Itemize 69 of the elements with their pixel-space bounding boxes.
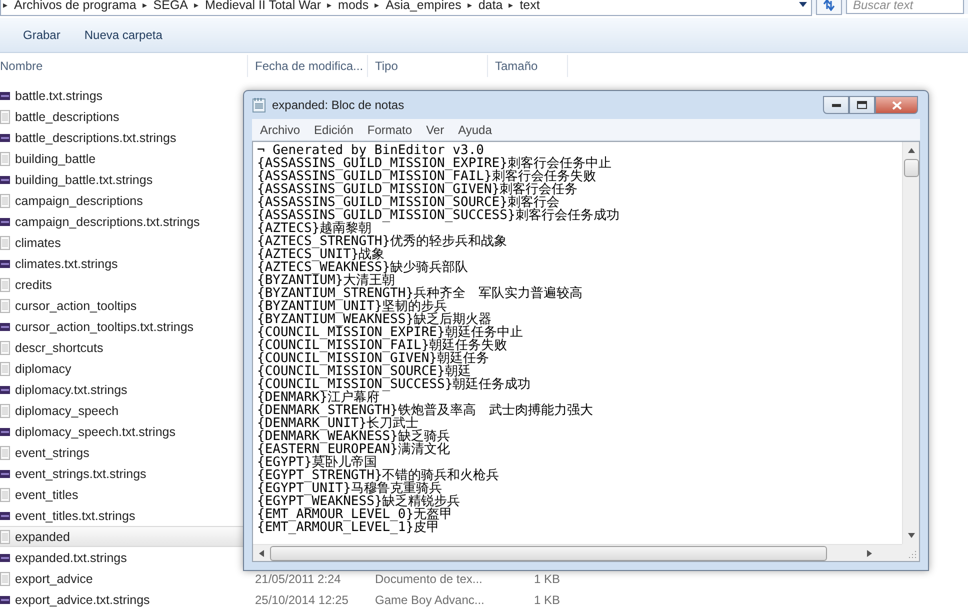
file-name: export_advice	[15, 572, 93, 586]
file-name: campaign_descriptions.txt.strings	[15, 214, 200, 228]
file-name: event_strings	[15, 446, 90, 460]
chevron-icon: ▸	[374, 0, 380, 10]
text-line: {BYZANTIUM_STRENGTH}兵种齐全 军队实力普遍较高	[257, 287, 584, 300]
file-name: export_advice.txt.strings	[15, 592, 150, 606]
file-name: cursor_action_tooltips	[15, 298, 137, 312]
text-line: {COUNCIL_MISSION_FAIL}朝廷任务失败	[257, 339, 508, 352]
file-name: event_titles.txt.strings	[15, 508, 136, 522]
text-line: {BYZANTIUM_WEAKNESS}缺乏后期火器	[257, 313, 492, 326]
file-name: climates	[15, 236, 61, 250]
text-line: {DENMARK_STRENGTH}铁炮普及率高 武士肉搏能力强大	[257, 404, 594, 417]
text-line: {COUNCIL_MISSION_SOURCE}朝廷	[257, 365, 471, 378]
text-line: {EGYPT_UNIT}马穆鲁克重骑兵	[257, 482, 442, 495]
file-size: 1 KB	[532, 592, 561, 606]
text-line: {ASSASSINS_GUILD_MISSION_GIVEN}刺客行会任务	[257, 183, 579, 196]
text-line: {EASTERN_EUROPEAN}满清文化	[257, 443, 451, 456]
text-line: {COUNCIL_MISSION_GIVEN}朝廷任务	[257, 352, 490, 365]
text-line: {AZTECS}越南黎朝	[257, 222, 372, 235]
chevron-icon: ▸	[142, 0, 148, 10]
chevron-icon: ▸	[194, 0, 200, 10]
file-name: descr_shortcuts	[15, 340, 104, 354]
file-name: battle_descriptions	[15, 110, 120, 124]
text-line: {ASSASSINS_GUILD_MISSION_FAIL}刺客行会任务失败	[257, 170, 597, 183]
text-line: {BYZANTIUM_UNIT}坚韧的步兵	[257, 300, 448, 313]
file-name: diplomacy.txt.strings	[15, 382, 128, 396]
file-name: battle_descriptions.txt.strings	[15, 130, 176, 144]
file-name: expanded	[15, 530, 70, 544]
file-date: 25/10/2014 12:25	[254, 592, 350, 606]
file-type: Documento de tex...	[374, 572, 484, 586]
text-line: {DENMARK_UNIT}长刀武士	[257, 417, 419, 430]
text-line: {AZTECS_WEAKNESS}缺少骑兵部队	[257, 261, 470, 274]
file-name: diplomacy_speech.txt.strings	[15, 424, 176, 438]
text-line: {EGYPT_STRENGTH}不错的骑兵和火枪兵	[257, 469, 500, 482]
file-name: expanded.txt.strings	[15, 550, 127, 564]
text-line: {DENMARK_WEAKNESS}缺乏骑兵	[257, 430, 451, 443]
text-line: {COUNCIL_MISSION_SUCCESS}朝廷任务成功	[257, 378, 532, 391]
file-name: event_titles	[15, 488, 78, 502]
text-line: {AZTECS_UNIT}战象	[257, 248, 385, 261]
file-name: building_battle.txt.strings	[15, 172, 153, 186]
file-name: diplomacy_speech	[15, 404, 119, 418]
text-line: {ASSASSINS_GUILD_MISSION_SOURCE}刺客行会	[257, 196, 560, 209]
file-name: event_strings.txt.strings	[15, 466, 146, 480]
text-line: {EMT_ARMOUR_LEVEL_1}皮甲	[257, 521, 441, 534]
file-type: Game Boy Advanc...	[374, 592, 486, 606]
file-name: campaign_descriptions	[15, 194, 143, 208]
text-line: {ASSASSINS_GUILD_MISSION_SUCCESS}刺客行会任务成功	[257, 209, 620, 222]
text-line: {EMT_ARMOUR_LEVEL_0}无盔甲	[257, 508, 454, 521]
file-name: diplomacy	[15, 362, 72, 376]
text-line: {COUNCIL_MISSION_EXPIRE}朝廷任务中止	[257, 326, 524, 339]
chevron-icon: ▸	[3, 0, 8, 10]
file-name: building_battle	[15, 152, 96, 166]
file-date: 21/05/2011 2:24	[254, 572, 342, 586]
file-name: climates.txt.strings	[15, 256, 118, 270]
text-line: {DENMARK}江户幕府	[257, 391, 380, 404]
text-line: {BYZANTIUM}大清王朝	[257, 274, 396, 287]
text-line: {ASSASSINS_GUILD_MISSION_EXPIRE}刺客行会任务中止	[257, 157, 612, 170]
file-name: battle.txt.strings	[15, 88, 103, 102]
chevron-icon: ▸	[508, 0, 514, 10]
chevron-icon: ▸	[467, 0, 472, 10]
text-line: ¬ Generated by BinEditor v3.0	[257, 144, 484, 157]
file-name: credits	[15, 278, 52, 292]
chevron-icon: ▸	[327, 0, 332, 10]
text-line: {AZTECS_STRENGTH}优秀的轻步兵和战象	[257, 235, 508, 248]
text-line: {EGYPT}莫卧儿帝国	[257, 456, 377, 469]
file-name: cursor_action_tooltips.txt.strings	[15, 320, 194, 334]
text-line: {EGYPT_WEAKNESS}缺乏精锐步兵	[257, 495, 462, 508]
file-size: 1 KB	[532, 572, 561, 586]
window-title: expanded: Bloc de notas	[272, 98, 404, 112]
